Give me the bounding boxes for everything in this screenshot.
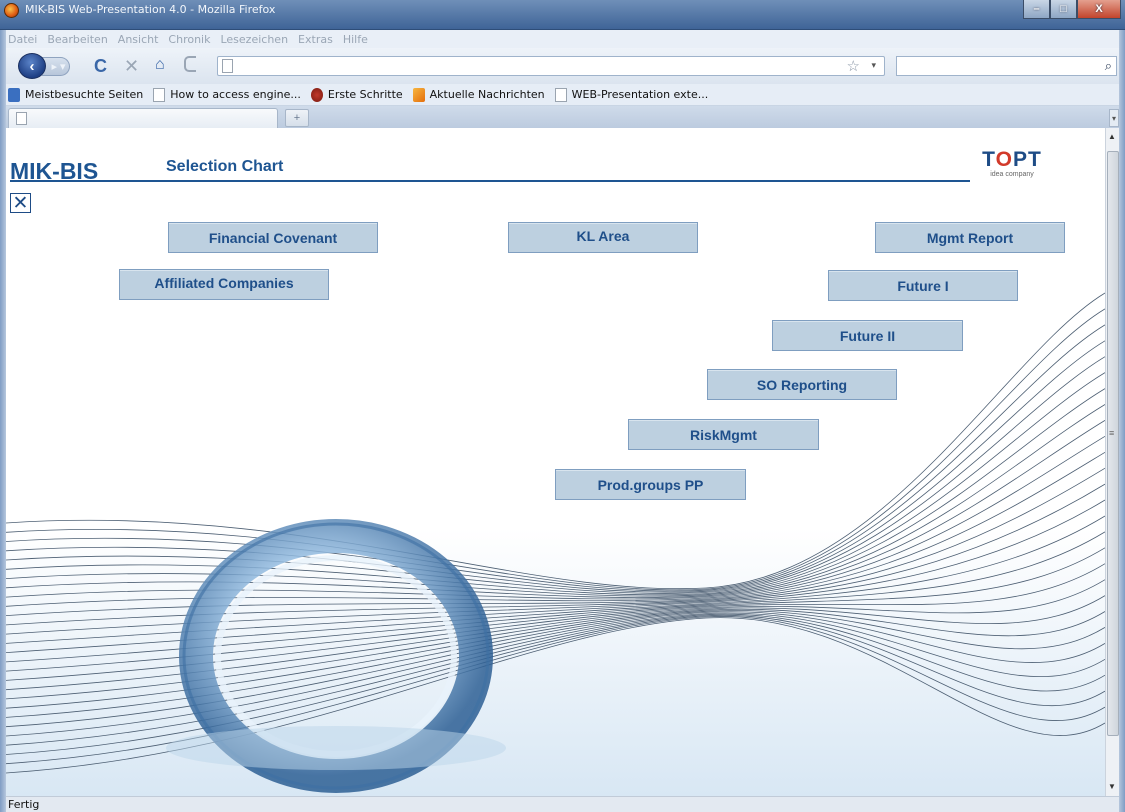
smart-folder-icon xyxy=(8,87,20,102)
affiliated-companies-button[interactable]: Affiliated Companies xyxy=(119,269,329,300)
close-window-button[interactable]: X xyxy=(1077,0,1121,19)
menu-extras[interactable]: Extras xyxy=(298,33,333,46)
future-2-button[interactable]: Future II xyxy=(772,320,963,351)
tab-strip: + ▾ xyxy=(6,106,1119,128)
page-title: Selection Chart xyxy=(166,158,284,175)
back-button[interactable]: ‹ xyxy=(18,53,46,79)
url-bar[interactable]: ☆ ▾ xyxy=(217,56,885,76)
riskmgmt-button[interactable]: RiskMgmt xyxy=(628,419,819,450)
mgmt-report-button[interactable]: Mgmt Report xyxy=(875,222,1065,253)
bookmark-web-presentation[interactable]: WEB-Presentation exte... xyxy=(554,87,709,102)
rss-icon xyxy=(412,87,425,102)
search-icon[interactable]: ⌕ xyxy=(1105,58,1112,74)
bookmarks-toolbar: Meistbesuchte Seiten How to access engin… xyxy=(6,84,1119,106)
bookmark-label: Meistbesuchte Seiten xyxy=(25,88,144,101)
window-frame-right xyxy=(1119,30,1125,812)
page-icon xyxy=(16,112,27,125)
navigation-toolbar: ▸ ▾ ‹ C ✕ ⌂ ☆ ▾ ⌕ xyxy=(6,48,1119,84)
menu-bearbeiten[interactable]: Bearbeiten xyxy=(47,33,107,46)
menu-lesezeichen[interactable]: Lesezeichen xyxy=(220,33,288,46)
reload-icon[interactable]: C xyxy=(94,56,107,77)
logo-letter: O xyxy=(995,148,1013,171)
new-tab-button[interactable]: + xyxy=(285,109,309,127)
kl-area-button[interactable]: KL Area xyxy=(508,222,698,253)
vertical-scrollbar[interactable]: ▲ ≡ ▼ xyxy=(1105,128,1119,796)
firefox-icon xyxy=(4,3,19,18)
prod-groups-pp-button[interactable]: Prod.groups PP xyxy=(555,469,746,500)
close-icon[interactable]: ✕ xyxy=(10,193,31,213)
window-controls: – □ X xyxy=(1023,0,1121,20)
maximize-button[interactable]: □ xyxy=(1050,0,1077,19)
financial-covenant-button[interactable]: Financial Covenant xyxy=(168,222,378,253)
window-titlebar: MIK-BIS Web-Presentation 4.0 - Mozilla F… xyxy=(0,0,1125,30)
page-icon xyxy=(153,87,166,102)
bookmark-star-icon[interactable]: ☆ xyxy=(847,57,860,75)
tab-current[interactable] xyxy=(8,108,278,128)
window-title: MIK-BIS Web-Presentation 4.0 - Mozilla F… xyxy=(25,3,276,16)
bookmark-meistbesuchte-seiten[interactable]: Meistbesuchte Seiten xyxy=(8,87,144,102)
forward-button[interactable]: ▸ ▾ xyxy=(42,57,70,76)
page-icon xyxy=(554,87,567,102)
bookmark-label: Erste Schritte xyxy=(327,88,403,101)
future-1-button[interactable]: Future I xyxy=(828,270,1018,301)
bookmark-label: How to access engine... xyxy=(170,88,301,101)
home-icon[interactable]: ⌂ xyxy=(155,56,165,74)
menu-bar: Datei Bearbeiten Ansicht Chronik Lesezei… xyxy=(6,30,1119,48)
search-bar[interactable]: ⌕ xyxy=(896,56,1117,76)
logo-letter: PT xyxy=(1012,148,1042,171)
firefox-icon xyxy=(310,87,323,102)
bookmark-label: WEB-Presentation exte... xyxy=(571,88,709,101)
status-bar: Fertig xyxy=(6,796,1119,812)
scrollbar-grip-icon: ≡ xyxy=(1109,428,1115,438)
scrollbar-thumb[interactable] xyxy=(1107,151,1119,736)
so-reporting-button[interactable]: SO Reporting xyxy=(707,369,897,400)
bookmark-label: Aktuelle Nachrichten xyxy=(429,88,545,101)
bookmark-erste-schritte[interactable]: Erste Schritte xyxy=(310,87,403,102)
logo-tagline: idea company xyxy=(990,171,1034,178)
menu-chronik[interactable]: Chronik xyxy=(168,33,210,46)
logo-letter: T xyxy=(982,148,996,171)
page-icon xyxy=(222,59,233,73)
page-content: MIK-BIS Selection Chart TOPT idea compan… xyxy=(6,128,1105,796)
menu-datei[interactable]: Datei xyxy=(8,33,37,46)
url-bracket-icon xyxy=(184,56,196,72)
scroll-up-icon[interactable]: ▲ xyxy=(1108,132,1116,141)
menu-hilfe[interactable]: Hilfe xyxy=(343,33,368,46)
scroll-down-icon[interactable]: ▼ xyxy=(1108,782,1116,791)
menu-ansicht[interactable]: Ansicht xyxy=(118,33,159,46)
bookmark-aktuelle-nachrichten[interactable]: Aktuelle Nachrichten xyxy=(412,87,545,102)
topt-logo: TOPT idea company xyxy=(982,149,1042,179)
header-divider xyxy=(10,180,970,182)
bookmark-how-to-access[interactable]: How to access engine... xyxy=(153,87,301,102)
stop-icon[interactable]: ✕ xyxy=(124,56,139,77)
tab-list-button[interactable]: ▾ xyxy=(1109,109,1119,127)
minimize-button[interactable]: – xyxy=(1023,0,1050,19)
url-dropdown-icon[interactable]: ▾ xyxy=(871,60,876,71)
